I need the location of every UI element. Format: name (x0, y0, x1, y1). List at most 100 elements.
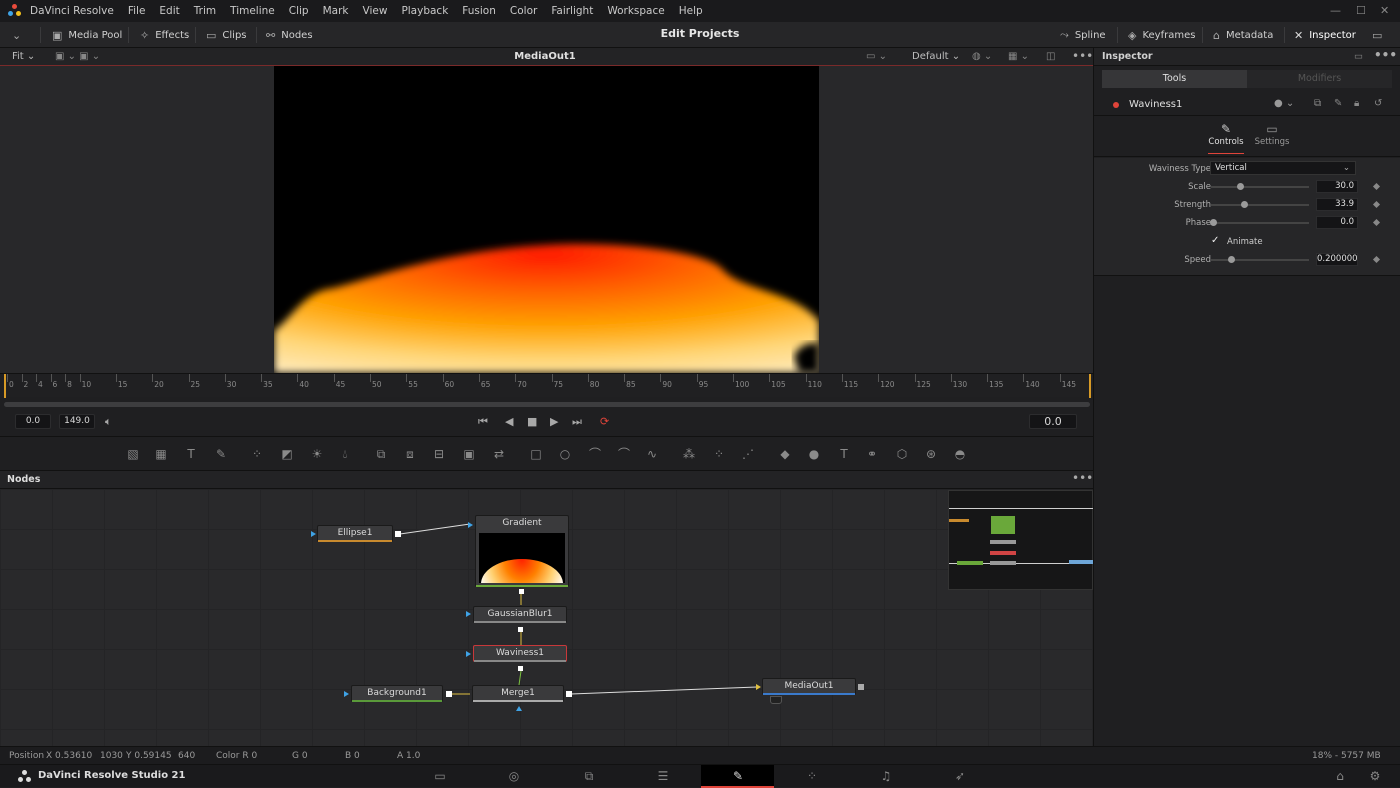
tracker-icon[interactable]: ∿ (644, 446, 660, 462)
node-background[interactable]: Background1 (351, 685, 443, 702)
viewer-options-icon[interactable]: ▣ ⌄ ▣ ⌄ (55, 51, 100, 62)
maximize-icon[interactable]: ☐ (1356, 4, 1366, 17)
go-to-end-icon[interactable]: ⏭︎ (572, 415, 582, 429)
menu-file[interactable]: File (128, 5, 146, 17)
node-waviness[interactable]: Waviness1 (473, 645, 567, 662)
brightness-icon[interactable]: ☀ (309, 446, 325, 462)
shape-3d-icon[interactable]: ● (806, 446, 822, 462)
controls-tab[interactable]: ✎ Controls (1202, 122, 1250, 154)
merge-tool-icon[interactable]: ⧉ (373, 446, 389, 462)
grid-icon[interactable]: ▦ ⌄ (1008, 51, 1029, 62)
media-pool-button[interactable]: ▣ Media Pool (52, 27, 122, 43)
pin-icon[interactable]: ✎ (1334, 98, 1342, 109)
waviness-type-dropdown[interactable]: Vertical ⌄ (1210, 161, 1356, 175)
menu-help[interactable]: Help (679, 5, 703, 17)
menu-workspace[interactable]: Workspace (607, 5, 664, 17)
node-ellipse[interactable]: Ellipse1 (317, 525, 393, 542)
image-plane-3d-icon[interactable]: ◆ (777, 446, 793, 462)
blur-drop-icon[interactable]: 💧︎ (337, 446, 353, 462)
channel-booleans-icon[interactable]: ⧈ (402, 446, 418, 462)
settings-gear-icon[interactable]: ⚙ (1368, 769, 1382, 783)
prender-icon[interactable]: ⁘ (711, 446, 727, 462)
matte-control-icon[interactable]: ⊟ (431, 446, 447, 462)
background-tool-icon[interactable]: ▧ (125, 446, 141, 462)
loop-icon[interactable]: ⟳ (600, 415, 609, 428)
image-loader-icon[interactable]: ▦ (153, 446, 169, 462)
cut-page-icon[interactable]: ◎ (507, 769, 521, 783)
nodes-button[interactable]: ⚯ Nodes (266, 27, 313, 43)
node-editor[interactable]: Ellipse1 Gradient GaussianBlur1 Waviness… (0, 489, 1093, 746)
play-reverse-icon[interactable]: ◀ (505, 415, 513, 428)
speed-slider[interactable] (1211, 259, 1309, 261)
fit-dropdown[interactable]: Fit ⌄ (12, 51, 35, 62)
fusion-page-icon[interactable]: ✎ (731, 769, 745, 783)
nodes-more-icon[interactable]: ••• (1072, 471, 1093, 485)
menu-fusion[interactable]: Fusion (462, 5, 496, 17)
split-icon[interactable]: ◫ (1046, 51, 1055, 62)
roi-icon[interactable]: ▭ ⌄ (866, 51, 887, 62)
channel-icon[interactable]: ◍ ⌄ (972, 51, 992, 62)
ptrails-icon[interactable]: ⋰ (740, 446, 756, 462)
fairlight-page-icon[interactable]: ♫ (879, 769, 893, 783)
tool-enable-icon[interactable] (1113, 102, 1119, 108)
end-marker[interactable] (1089, 374, 1091, 398)
minimize-icon[interactable]: — (1330, 4, 1341, 17)
menu-clip[interactable]: Clip (289, 5, 309, 17)
bspline-mask-icon[interactable]: ⌒ (616, 446, 632, 462)
strength-keyframe-icon[interactable] (1372, 200, 1381, 209)
play-icon[interactable]: ▶ (550, 415, 558, 428)
render-start-field[interactable]: 0.0 (15, 414, 51, 429)
phase-field[interactable]: 0.0 (1316, 216, 1358, 229)
render-end-field[interactable]: 149.0 (59, 414, 95, 429)
deliver-page-icon[interactable]: ➶ (953, 769, 967, 783)
speaker-icon[interactable]: 🔈︎ (105, 415, 112, 429)
light-3d-icon[interactable]: ◓ (952, 446, 968, 462)
inspector-more-icon[interactable]: ••• (1374, 48, 1397, 62)
panel-toggle-button[interactable]: ⌄ (12, 27, 27, 43)
menu-color[interactable]: Color (510, 5, 537, 17)
node-navigator[interactable] (948, 490, 1094, 590)
lut-dropdown[interactable]: Default ⌄ (912, 51, 960, 62)
node-gaussian-blur[interactable]: GaussianBlur1 (473, 606, 567, 623)
scrub-bar[interactable] (4, 402, 1090, 407)
merge-3d-icon[interactable]: ⚭ (864, 446, 880, 462)
inspector-button[interactable]: ✕ Inspector (1294, 27, 1356, 43)
paint-tool-icon[interactable]: ✎ (213, 446, 229, 462)
color-page-icon[interactable]: ⁘ (805, 769, 819, 783)
close-icon[interactable]: ✕ (1380, 4, 1389, 17)
node-gradient[interactable]: Gradient (475, 515, 569, 587)
scale-slider[interactable] (1211, 186, 1309, 188)
phase-knob[interactable] (1210, 219, 1217, 226)
menu-davinci-resolve[interactable]: DaVinci Resolve (30, 5, 114, 17)
spline-button[interactable]: ⤳ Spline (1060, 27, 1106, 43)
node-merge[interactable]: Merge1 (472, 685, 564, 702)
fullscreen-button[interactable]: ▭ (1372, 27, 1388, 43)
tab-modifiers[interactable]: Modifiers (1247, 70, 1392, 88)
scale-field[interactable]: 30.0 (1316, 180, 1358, 193)
pemitter-icon[interactable]: ⁂ (681, 446, 697, 462)
tool-version-icon[interactable]: ⧉ (1314, 98, 1321, 109)
polygon-mask-icon[interactable]: ⌒ (587, 446, 603, 462)
reset-icon[interactable]: ↺ (1374, 98, 1382, 109)
tab-tools[interactable]: Tools (1102, 70, 1247, 88)
merge-mask-port[interactable] (516, 706, 522, 711)
scale-keyframe-icon[interactable] (1372, 182, 1381, 191)
strength-slider[interactable] (1211, 204, 1309, 206)
strength-knob[interactable] (1241, 201, 1248, 208)
viewer-indicator-icon[interactable] (770, 696, 782, 704)
go-to-start-icon[interactable]: ⏮︎ (478, 415, 488, 429)
menu-edit[interactable]: Edit (159, 5, 179, 17)
speed-knob[interactable] (1228, 256, 1235, 263)
menu-mark[interactable]: Mark (323, 5, 349, 17)
phase-keyframe-icon[interactable] (1372, 218, 1381, 227)
viewer-canvas[interactable] (274, 66, 819, 373)
transform-tool-icon[interactable]: ⇄ (491, 446, 507, 462)
playhead[interactable] (4, 374, 6, 398)
ellipse-mask-icon[interactable]: ○ (557, 446, 573, 462)
rectangle-mask-icon[interactable]: □ (528, 446, 544, 462)
keyframes-button[interactable]: ◈ Keyframes (1128, 27, 1195, 43)
speed-field[interactable]: 0.200000 (1316, 253, 1358, 266)
menu-timeline[interactable]: Timeline (230, 5, 275, 17)
node-media-out[interactable]: MediaOut1 (762, 678, 856, 695)
speed-keyframe-icon[interactable] (1372, 255, 1381, 264)
